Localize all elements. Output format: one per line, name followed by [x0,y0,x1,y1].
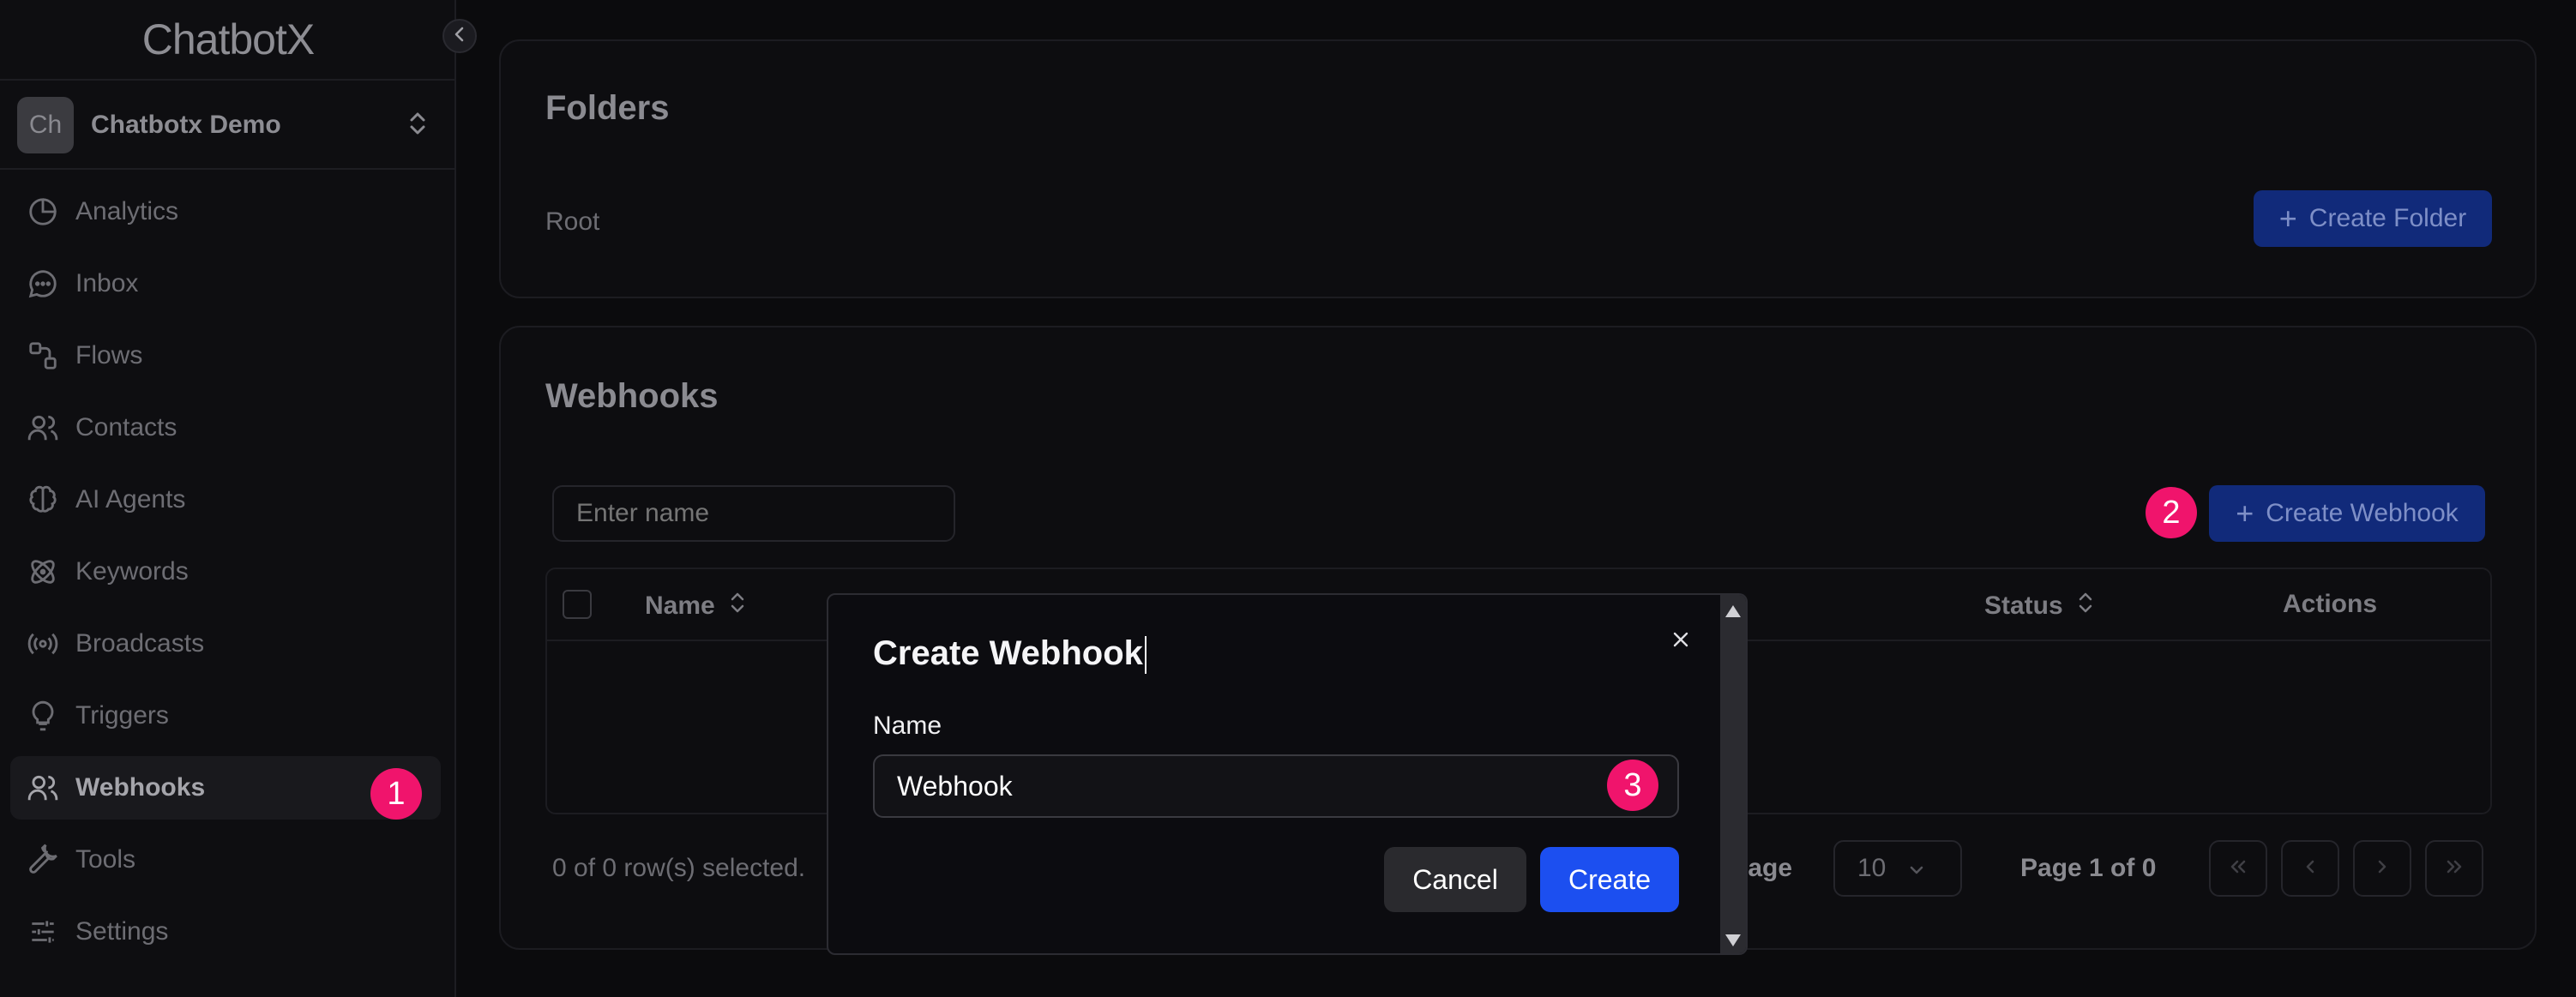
column-status-label: Status [1984,592,2063,620]
collapse-sidebar-button[interactable] [442,19,477,53]
chevron-left-icon [2302,858,2319,880]
pie-chart-icon [26,195,60,229]
folder-root-label[interactable]: Root [545,207,599,237]
search-input[interactable] [552,485,955,542]
folders-title: Folders [545,89,670,127]
column-header-name[interactable]: Name [645,590,746,622]
sidebar-item-keywords[interactable]: Keywords [10,540,441,604]
last-page-button[interactable] [2425,840,2483,897]
users-icon [26,771,60,805]
step-marker-1: 1 [370,768,422,820]
column-name-label: Name [645,592,715,620]
sidebar: ChatbotX Ch Chatbotx Demo Analytics Inbo… [0,0,456,997]
sort-icon [2077,590,2094,622]
sidebar-item-label: Broadcasts [75,629,205,658]
chevrons-up-down-icon [406,111,429,141]
brain-icon [26,483,60,517]
text-cursor [1144,636,1147,675]
step-marker-3: 3 [1607,760,1658,811]
select-all-checkbox[interactable] [563,590,592,619]
previous-page-button[interactable] [2281,840,2339,897]
plus-icon: + [2236,495,2254,531]
chevron-right-icon [2374,858,2391,880]
workspace-switcher[interactable]: Ch Chatbotx Demo [0,82,456,170]
sidebar-item-label: Webhooks [75,773,206,802]
sliders-icon [26,915,60,949]
dialog-title: Create Webhook [873,634,1147,675]
broadcast-icon [26,627,60,661]
sidebar-item-label: Flows [75,341,143,369]
create-webhook-button[interactable]: + Create Webhook [2209,485,2485,542]
sidebar-item-label: Contacts [75,413,178,441]
create-webhook-dialog: Create Webhook Name 3 Cancel Create [827,593,1748,955]
webhooks-title: Webhooks [545,377,719,415]
workspace-avatar: Ch [17,97,74,153]
dialog-title-text: Create Webhook [873,634,1143,672]
sidebar-item-label: AI Agents [75,485,186,514]
chevron-down-icon [1908,854,1925,883]
sidebar-item-label: Keywords [75,557,189,586]
first-page-button[interactable] [2209,840,2267,897]
page-indicator: Page 1 of 0 [2020,854,2157,882]
chevrons-right-icon [2443,858,2465,880]
step-marker-2: 2 [2146,487,2197,538]
sidebar-item-inbox[interactable]: Inbox [10,252,441,315]
create-folder-label: Create Folder [2308,204,2467,232]
users-icon [26,411,60,445]
sidebar-item-tools[interactable]: Tools [10,828,441,892]
sidebar-item-ai-agents[interactable]: AI Agents [10,468,441,532]
sort-icon [729,590,746,622]
folders-card: Folders Root + Create Folder [499,39,2537,298]
next-page-button[interactable] [2353,840,2411,897]
create-webhook-label: Create Webhook [2266,499,2459,527]
sidebar-item-label: Triggers [75,701,169,730]
close-dialog-button[interactable] [1664,624,1698,658]
plus-icon: + [2278,201,2297,236]
sidebar-item-broadcasts[interactable]: Broadcasts [10,612,441,676]
sidebar-item-contacts[interactable]: Contacts [10,396,441,459]
name-field-label: Name [873,712,942,740]
create-folder-button[interactable]: + Create Folder [2254,190,2492,247]
chevron-left-icon [451,26,468,47]
sidebar-item-label: Settings [75,917,169,946]
sidebar-nav: Analytics Inbox Flows Contacts AI Agents… [10,180,441,972]
column-header-actions: Actions [2283,590,2378,618]
lightbulb-icon [26,699,60,733]
message-circle-icon [26,267,60,301]
sidebar-item-label: Tools [75,845,136,874]
sidebar-item-triggers[interactable]: Triggers [10,684,441,748]
atom-icon [26,555,60,589]
dialog-scrollbar[interactable] [1720,595,1746,953]
close-icon [1671,630,1690,653]
app-logo: ChatbotX [0,0,456,81]
sidebar-item-label: Inbox [75,269,139,297]
sidebar-item-label: Analytics [75,197,179,225]
selection-count: 0 of 0 row(s) selected. [552,854,806,882]
sidebar-item-analytics[interactable]: Analytics [10,180,441,243]
wrench-icon [26,843,60,877]
sidebar-item-flows[interactable]: Flows [10,324,441,387]
sidebar-item-settings[interactable]: Settings [10,900,441,964]
rows-per-page-select[interactable]: 10 [1833,840,1962,897]
webhook-name-input[interactable] [873,754,1679,818]
rows-per-page-value: 10 [1857,854,1887,882]
flow-icon [26,339,60,373]
scroll-up-arrow-icon[interactable] [1725,605,1741,617]
column-header-status[interactable]: Status [1984,590,2094,622]
chevrons-left-icon [2227,858,2249,880]
create-button[interactable]: Create [1540,847,1679,912]
scroll-down-arrow-icon[interactable] [1725,934,1741,946]
cancel-button[interactable]: Cancel [1384,847,1526,912]
workspace-name: Chatbotx Demo [91,111,281,139]
